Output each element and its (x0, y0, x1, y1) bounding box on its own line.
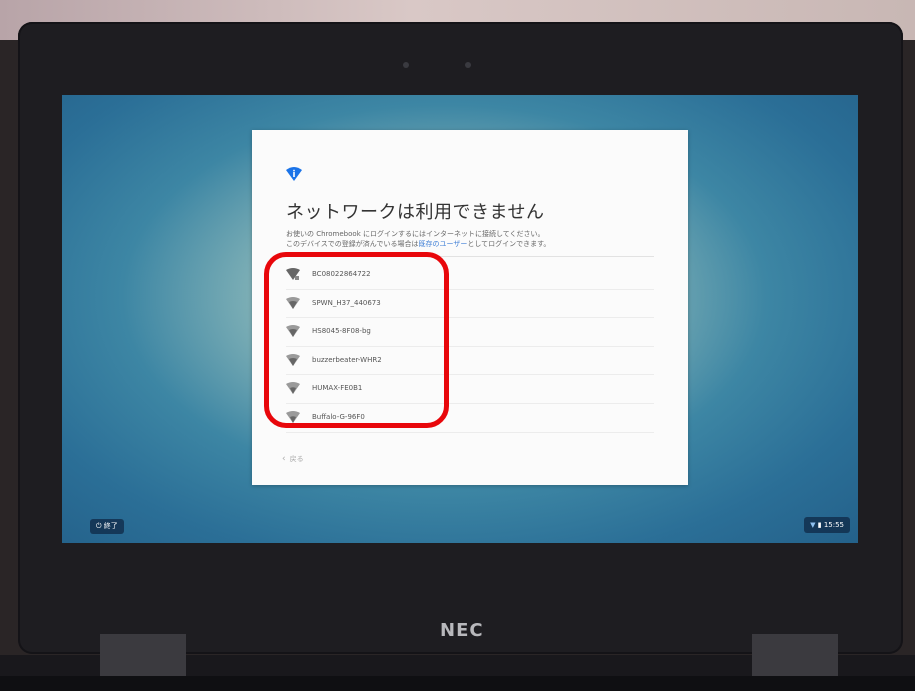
back-button[interactable]: ‹ 戻る (282, 454, 304, 464)
wifi-icon: ▼ (810, 521, 816, 529)
hinge-right (752, 634, 838, 676)
existing-user-link[interactable]: 既存のユーザー (418, 240, 467, 248)
chevron-left-icon: ‹ (282, 454, 286, 464)
back-label: 戻る (289, 455, 304, 463)
camera-dot (403, 62, 409, 68)
page-title: ネットワークは利用できません (286, 202, 545, 223)
hinge-left (100, 634, 186, 676)
brand-logo: NEC (440, 620, 484, 641)
description-prefix: このデバイスでの登録が済んでいる場合は (286, 240, 419, 248)
description-suffix: としてログインできます。 (467, 240, 551, 248)
dialog-description: お使いの Chromebook にログインするにはインターネットに接続してくださ… (286, 229, 550, 249)
description-line-1: お使いの Chromebook にログインするにはインターネットに接続してくださ… (286, 230, 545, 238)
screen: ネットワークは利用できません お使いの Chromebook にログインするには… (62, 95, 858, 543)
battery-icon: ▮ (817, 521, 822, 529)
shutdown-label: 終了 (103, 522, 118, 530)
info-icon (286, 167, 302, 181)
shutdown-button[interactable]: ⏻ 終了 (90, 519, 124, 534)
status-tray[interactable]: ▼ ▮ 15:55 (804, 517, 850, 533)
description-line-2: このデバイスでの登録が済んでいる場合は既存のユーザーとしてログインできます。 (286, 239, 550, 249)
highlight-annotation (264, 252, 449, 428)
sensor-dot (465, 62, 471, 68)
clock: 15:55 (823, 521, 844, 529)
power-icon: ⏻ (96, 522, 102, 530)
laptop-base-edge (0, 676, 915, 691)
